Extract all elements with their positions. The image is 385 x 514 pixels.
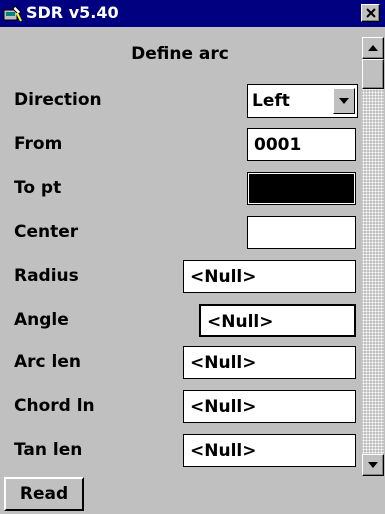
title-bar[interactable]: SDR v5.40	[0, 0, 385, 27]
angle-field[interactable]: <Null>	[199, 304, 356, 337]
read-button[interactable]: Read	[4, 477, 84, 511]
direction-label: Direction	[14, 90, 102, 110]
direction-dropdown-button[interactable]	[333, 88, 355, 114]
vertical-scrollbar[interactable]	[362, 37, 384, 476]
direction-select[interactable]: Left	[247, 84, 358, 118]
arrow-up-icon	[368, 45, 378, 51]
from-field[interactable]: 0001	[247, 128, 356, 161]
angle-label: Angle	[14, 310, 69, 330]
radius-label: Radius	[14, 266, 79, 286]
radius-field[interactable]: <Null>	[183, 260, 356, 293]
chord-ln-field[interactable]: <Null>	[183, 390, 356, 423]
chevron-down-icon	[339, 98, 349, 104]
sdr-window: SDR v5.40 Define arc Direction Left From…	[0, 0, 385, 514]
to-pt-field[interactable]	[247, 172, 356, 205]
window-title: SDR v5.40	[26, 3, 119, 22]
close-button[interactable]	[361, 4, 380, 22]
app-icon	[3, 5, 22, 22]
from-label: From	[14, 134, 63, 154]
form-heading: Define arc	[131, 44, 229, 64]
center-label: Center	[14, 222, 79, 242]
chord-ln-label: Chord ln	[14, 396, 95, 416]
close-icon	[366, 8, 376, 18]
scrollbar-track[interactable]	[362, 37, 384, 476]
scroll-down-button[interactable]	[362, 454, 384, 476]
tan-len-label: Tan len	[14, 440, 83, 460]
arc-len-field[interactable]: <Null>	[183, 346, 356, 379]
to-pt-label: To pt	[14, 178, 62, 198]
scroll-up-button[interactable]	[362, 37, 384, 59]
arc-len-label: Arc len	[14, 352, 81, 372]
direction-value: Left	[252, 91, 290, 111]
tan-len-field[interactable]: <Null>	[183, 434, 356, 467]
center-field[interactable]	[247, 216, 356, 249]
arrow-down-icon	[368, 462, 378, 468]
scrollbar-thumb[interactable]	[362, 59, 384, 89]
